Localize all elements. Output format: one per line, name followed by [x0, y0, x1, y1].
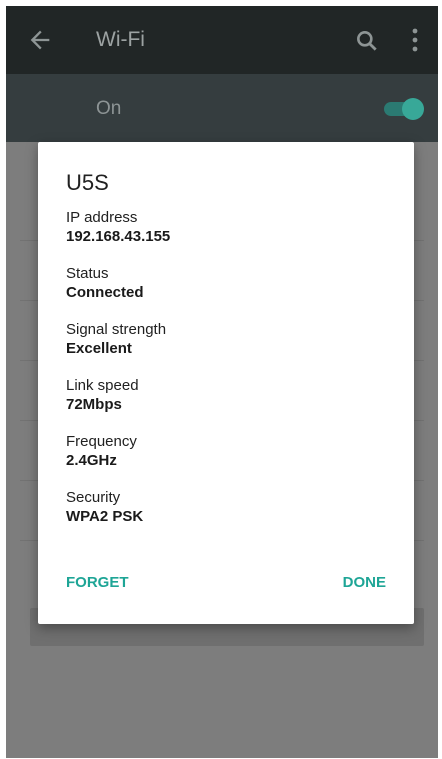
security-field: Security WPA2 PSK	[66, 488, 386, 527]
arrow-left-icon[interactable]	[26, 26, 54, 54]
field-label: Frequency	[66, 433, 137, 450]
field-label: Link speed	[66, 377, 139, 394]
done-button[interactable]: DONE	[343, 574, 386, 591]
field-value: WPA2 PSK	[66, 508, 144, 525]
field-label: Signal strength	[66, 321, 167, 338]
switch-label: On	[96, 98, 122, 119]
frequency-field: Frequency 2.4GHz	[66, 432, 386, 471]
ip-address-field: IP address 192.168.43.155	[66, 208, 386, 247]
field-label: Status	[66, 265, 109, 282]
more-vert-icon[interactable]	[410, 26, 420, 54]
field-label: IP address	[66, 209, 138, 226]
search-icon[interactable]	[354, 28, 380, 54]
status-field: Status Connected	[66, 264, 386, 303]
field-value: 72Mbps	[66, 396, 122, 413]
wifi-master-switch-bar[interactable]: On	[6, 74, 438, 142]
field-value: 2.4GHz	[66, 452, 117, 469]
dialog-title: U5S	[66, 170, 109, 195]
signal-strength-field: Signal strength Excellent	[66, 320, 386, 359]
field-label: Security	[66, 489, 121, 506]
app-toolbar: Wi-Fi	[6, 6, 438, 74]
field-value: Connected	[66, 284, 144, 301]
toggle-thumb[interactable]	[402, 98, 424, 120]
page-title: Wi-Fi	[96, 28, 145, 51]
wifi-settings-screen: Wi-Fi On U5S IP address 192.168.43.155 S…	[6, 6, 438, 758]
link-speed-field: Link speed 72Mbps	[66, 376, 386, 415]
forget-button[interactable]: FORGET	[66, 574, 129, 591]
network-details-dialog: U5S IP address 192.168.43.155 Status Con…	[38, 142, 414, 624]
field-value: 192.168.43.155	[66, 228, 171, 245]
field-value: Excellent	[66, 340, 132, 357]
